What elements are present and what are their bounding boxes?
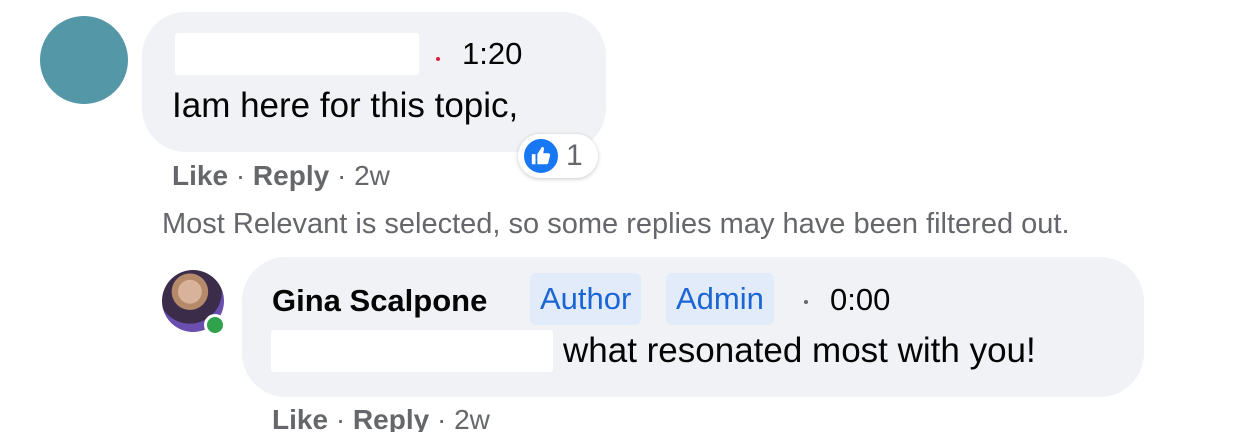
like-button[interactable]: Like [172, 160, 228, 191]
redacted-commenter-name [175, 33, 419, 75]
filter-notice: Most Relevant is selected, so some repli… [162, 208, 1070, 240]
separator: · [336, 160, 347, 191]
reply-actions: Like · Reply · 2w [272, 402, 490, 432]
commenter-avatar[interactable] [40, 16, 128, 104]
separator-dot [804, 300, 808, 304]
reply-text: what resonated most with you! [563, 331, 1036, 370]
separator: · [235, 160, 246, 191]
redacted-text [271, 330, 553, 372]
comment-timestamp[interactable]: 1:20 [462, 34, 522, 74]
new-indicator-dot [436, 57, 440, 61]
comment-text: Iam here for this topic, [172, 86, 519, 125]
reaction-count[interactable]: 1 [566, 137, 583, 175]
thumbs-up-icon [522, 137, 560, 175]
online-status-icon [204, 314, 226, 336]
reply-author-name[interactable]: Gina Scalpone [272, 281, 487, 321]
admin-badge: Admin [666, 273, 774, 325]
reply-timestamp[interactable]: 0:00 [830, 280, 890, 320]
comment-actions: Like · Reply · 2w [172, 158, 390, 194]
separator: · [436, 404, 447, 432]
comment-age[interactable]: 2w [354, 160, 390, 191]
author-badge: Author [530, 273, 642, 325]
separator: · [335, 404, 346, 432]
like-button[interactable]: Like [272, 404, 328, 432]
reply-button[interactable]: Reply [353, 404, 429, 432]
reply-age[interactable]: 2w [454, 404, 490, 432]
reply-button[interactable]: Reply [253, 160, 329, 191]
